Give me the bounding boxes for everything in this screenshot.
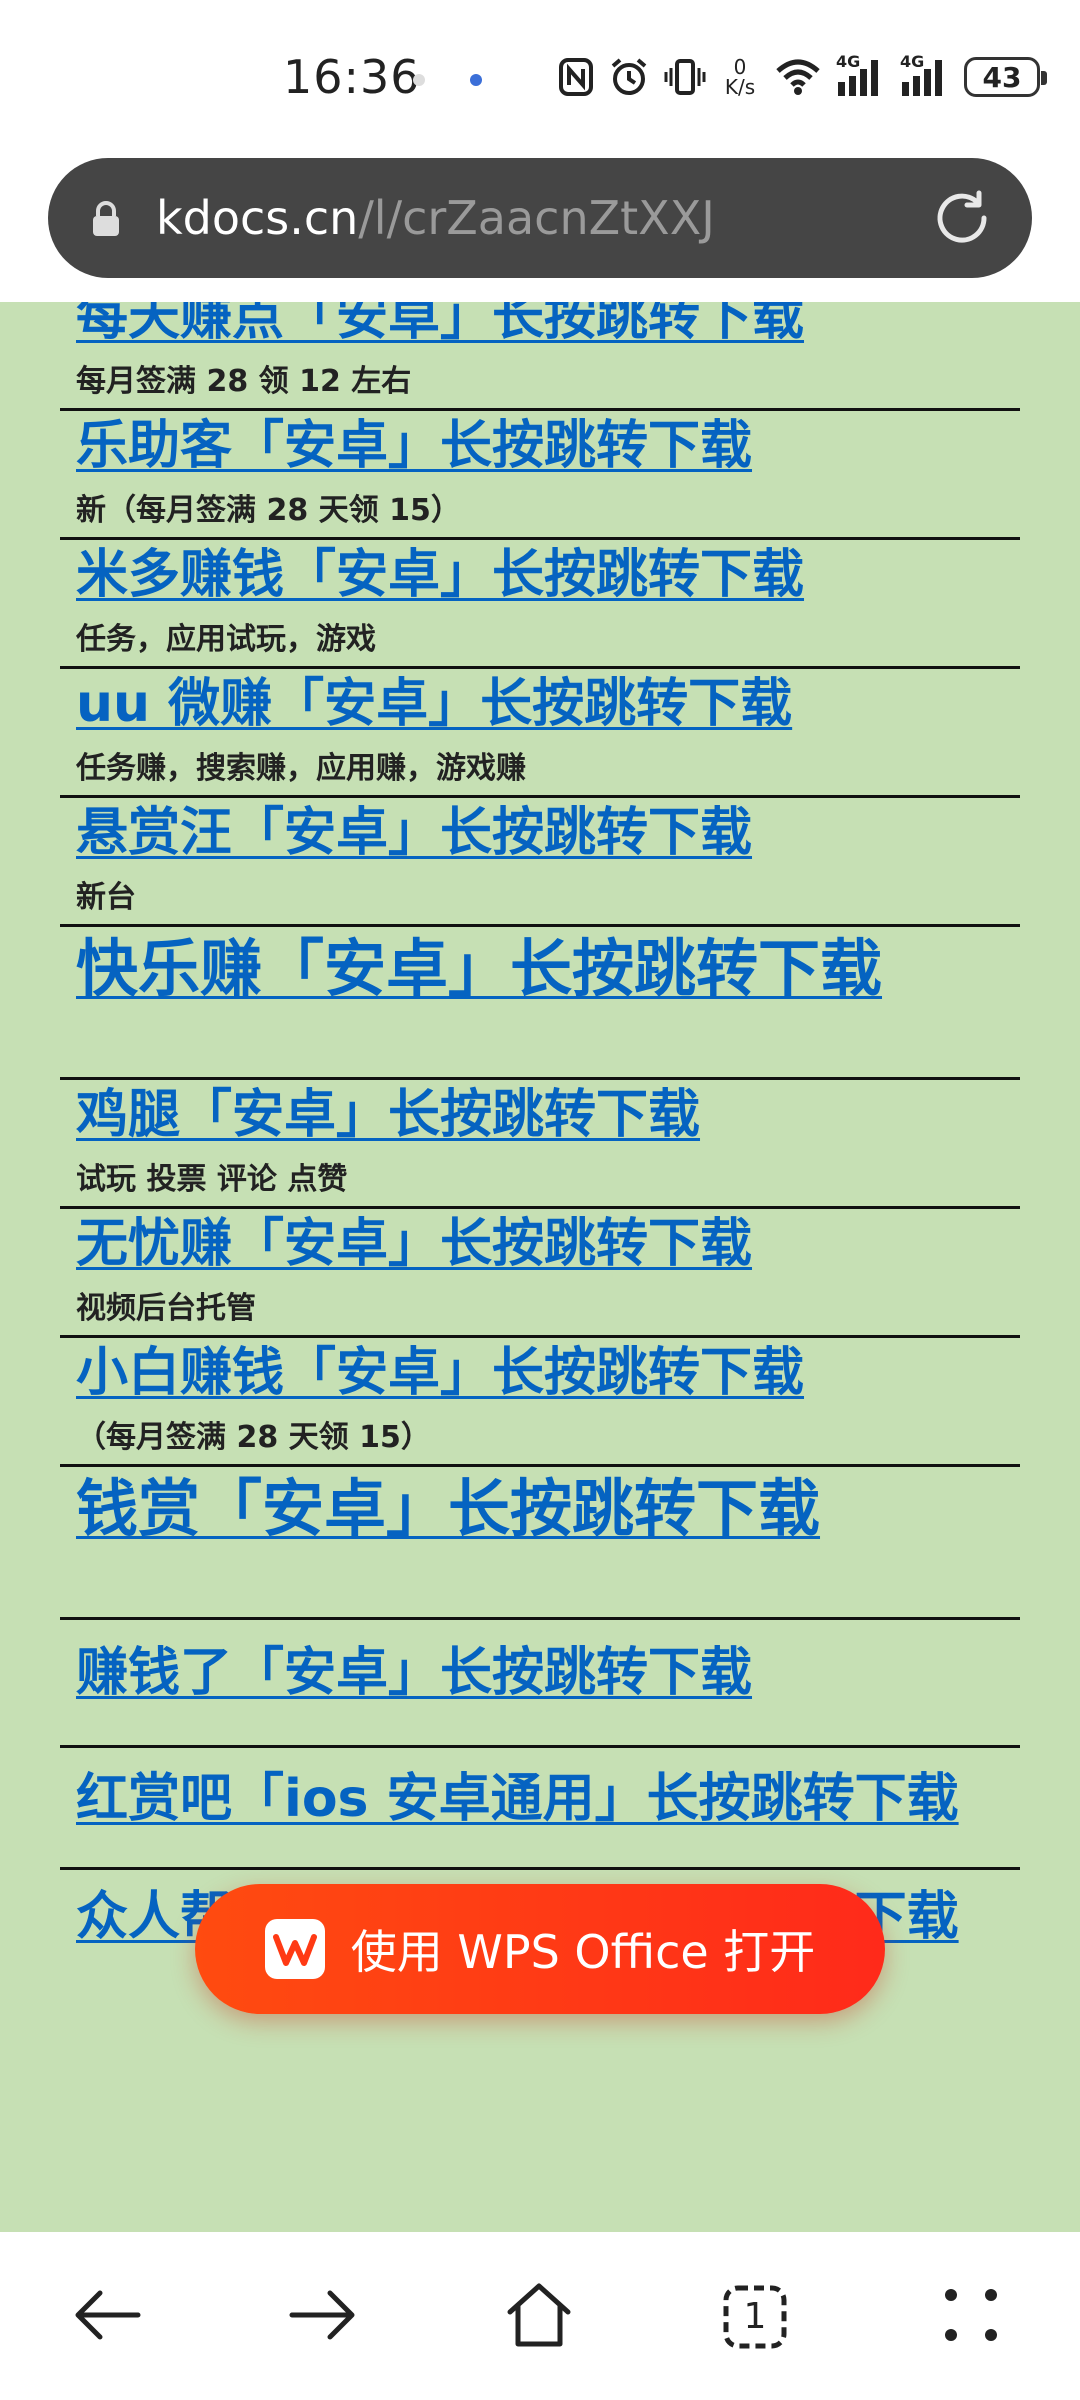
list-item: 无忧赚「安卓」长按跳转下载 视频后台托管 [60, 1209, 1020, 1338]
net-speed: 0 K/s [720, 57, 760, 97]
forward-button[interactable] [278, 2272, 368, 2362]
menu-dots-icon [941, 2285, 1001, 2349]
entry-link[interactable]: 快乐赚「安卓」长按跳转下载 [60, 927, 1020, 1011]
battery-level: 43 [982, 60, 1022, 94]
address-bar[interactable]: kdocs.cn/l/crZaacnZtXXJ [48, 158, 1032, 278]
home-button[interactable] [494, 2272, 584, 2362]
entry-link[interactable]: 红赏吧「ios 安卓通用」长按跳转下载 [60, 1748, 1020, 1834]
list-item: 红赏吧「ios 安卓通用」长按跳转下载 [60, 1748, 1020, 1870]
forward-arrow-icon [288, 2285, 358, 2349]
back-arrow-icon [72, 2285, 142, 2349]
menu-button[interactable] [926, 2272, 1016, 2362]
wps-logo-icon [264, 1919, 325, 1979]
entry-link[interactable]: 小白赚钱「安卓」长按跳转下载 [60, 1338, 1020, 1408]
net-speed-unit: K/s [724, 75, 756, 99]
entry-description [60, 1011, 1020, 1077]
entry-description: 试玩 投票 评论 点赞 [76, 1162, 348, 1197]
entry-description: 新台 [76, 880, 136, 915]
list-item: 赚钱了「安卓」长按跳转下载 [60, 1620, 1020, 1748]
entry-link[interactable]: 鸡腿「安卓」长按跳转下载 [60, 1080, 1020, 1150]
status-icons: 0 K/s 4G 4G 43 [558, 52, 1047, 102]
notification-dot-icon [413, 74, 425, 86]
signal-icon-2: 4G [900, 52, 950, 98]
entry-link[interactable]: 每天赚点「安卓」长按跳转下载 [60, 302, 1020, 352]
entry-description: 任务，应用试玩，游戏 [76, 622, 376, 657]
status-bar: 16:36 0 K/s 4G 4G 43 [0, 0, 1080, 150]
open-in-wps-label: 使用 WPS Office 打开 [350, 1925, 816, 1979]
alarm-icon [608, 56, 650, 98]
battery-icon: 43 [964, 57, 1047, 97]
list-item: 米多赚钱「安卓」长按跳转下载 任务，应用试玩，游戏 [60, 540, 1020, 669]
entry-description: 每月签满 28 领 12 左右 [76, 364, 412, 399]
list-item: 钱赏「安卓」长按跳转下载 [60, 1467, 1020, 1620]
entry-link[interactable]: 无忧赚「安卓」长按跳转下载 [60, 1209, 1020, 1279]
entry-link[interactable]: 乐助客「安卓」长按跳转下载 [60, 411, 1020, 481]
entry-description: （每月签满 28 天领 15） [76, 1420, 431, 1455]
list-item: 乐助客「安卓」长按跳转下载 新（每月签满 28 天领 15） [60, 411, 1020, 540]
home-icon [504, 2280, 574, 2354]
list-item: 悬赏汪「安卓」长按跳转下载 新台 [60, 798, 1020, 927]
wifi-icon [774, 57, 822, 97]
list-item: 小白赚钱「安卓」长按跳转下载 （每月签满 28 天领 15） [60, 1338, 1020, 1467]
entry-description [60, 1551, 1020, 1617]
lock-icon[interactable] [90, 200, 122, 242]
vibrate-icon [664, 56, 706, 98]
entry-link[interactable]: 赚钱了「安卓」长按跳转下载 [60, 1620, 1020, 1708]
list-item: uu 微赚「安卓」长按跳转下载 任务赚，搜索赚，应用赚，游戏赚 [60, 669, 1020, 798]
entry-link[interactable]: 米多赚钱「安卓」长按跳转下载 [60, 540, 1020, 610]
url-path: /l/crZaacnZtXXJ [358, 191, 715, 245]
tabs-icon: 1 [722, 2284, 788, 2350]
notification-dot-icon [470, 74, 482, 86]
entry-description: 新（每月签满 28 天领 15） [76, 493, 461, 528]
bottom-navigation: 1 [0, 2232, 1080, 2400]
list-item: 鸡腿「安卓」长按跳转下载 试玩 投票 评论 点赞 [60, 1080, 1020, 1209]
entry-description: 视频后台托管 [76, 1291, 256, 1326]
tab-count: 1 [743, 2296, 767, 2337]
signal-type-2: 4G [900, 52, 925, 71]
open-in-wps-button[interactable]: 使用 WPS Office 打开 [195, 1884, 885, 2014]
document-content: 每天赚点「安卓」长按跳转下载 每月签满 28 领 12 左右 乐助客「安卓」长按… [60, 302, 1020, 1952]
signal-type: 4G [836, 52, 861, 71]
back-button[interactable] [62, 2272, 152, 2362]
reload-icon[interactable] [932, 188, 992, 252]
list-item: 快乐赚「安卓」长按跳转下载 [60, 927, 1020, 1080]
entry-description: 任务赚，搜索赚，应用赚，游戏赚 [76, 751, 526, 786]
nfc-icon [558, 57, 594, 97]
list-item: 每天赚点「安卓」长按跳转下载 每月签满 28 领 12 左右 [60, 302, 1020, 411]
url-text[interactable]: kdocs.cn/l/crZaacnZtXXJ [156, 186, 715, 250]
entry-link[interactable]: 钱赏「安卓」长按跳转下载 [60, 1467, 1020, 1551]
url-host: kdocs.cn [156, 191, 359, 245]
entry-link[interactable]: 悬赏汪「安卓」长按跳转下载 [60, 798, 1020, 868]
signal-icon: 4G [836, 52, 886, 98]
entry-link[interactable]: uu 微赚「安卓」长按跳转下载 [60, 669, 1020, 739]
status-time: 16:36 [283, 50, 421, 104]
tabs-button[interactable]: 1 [710, 2272, 800, 2362]
